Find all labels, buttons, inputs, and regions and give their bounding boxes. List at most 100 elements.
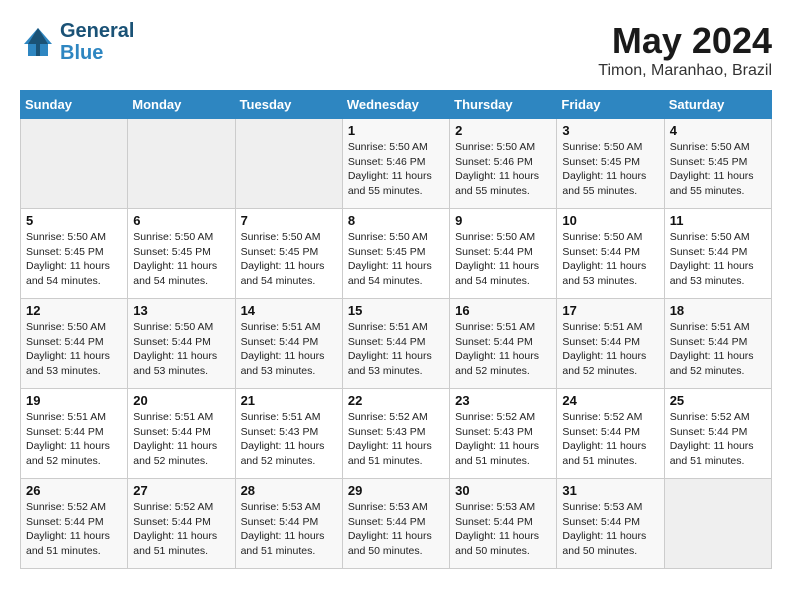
day-cell: 30 Sunrise: 5:53 AMSunset: 5:44 PMDayligh… — [450, 479, 557, 569]
day-number: 7 — [241, 213, 337, 228]
day-cell: 1 Sunrise: 5:50 AMSunset: 5:46 PMDaylight… — [342, 119, 449, 209]
day-number: 4 — [670, 123, 766, 138]
day-info: Sunrise: 5:50 AMSunset: 5:46 PMDaylight:… — [455, 140, 551, 199]
day-number: 9 — [455, 213, 551, 228]
day-cell: 25 Sunrise: 5:52 AMSunset: 5:44 PMDayligh… — [664, 389, 771, 479]
day-info: Sunrise: 5:52 AMSunset: 5:44 PMDaylight:… — [133, 500, 229, 559]
day-number: 27 — [133, 483, 229, 498]
day-number: 2 — [455, 123, 551, 138]
day-number: 30 — [455, 483, 551, 498]
day-info: Sunrise: 5:53 AMSunset: 5:44 PMDaylight:… — [241, 500, 337, 559]
day-cell: 14 Sunrise: 5:51 AMSunset: 5:44 PMDayligh… — [235, 299, 342, 389]
page-header: General Blue May 2024 Timon, Maranhao, B… — [20, 20, 772, 80]
day-number: 21 — [241, 393, 337, 408]
day-info: Sunrise: 5:50 AMSunset: 5:45 PMDaylight:… — [562, 140, 658, 199]
week-row-3: 12 Sunrise: 5:50 AMSunset: 5:44 PMDayligh… — [21, 299, 772, 389]
day-cell: 28 Sunrise: 5:53 AMSunset: 5:44 PMDayligh… — [235, 479, 342, 569]
day-number: 5 — [26, 213, 122, 228]
day-info: Sunrise: 5:53 AMSunset: 5:44 PMDaylight:… — [348, 500, 444, 559]
day-number: 13 — [133, 303, 229, 318]
day-number: 24 — [562, 393, 658, 408]
day-cell — [128, 119, 235, 209]
month-title: May 2024 — [598, 20, 772, 62]
day-cell: 29 Sunrise: 5:53 AMSunset: 5:44 PMDayligh… — [342, 479, 449, 569]
day-header-saturday: Saturday — [664, 91, 771, 119]
day-cell: 20Sunrise: 5:51 AMSunset: 5:44 PMDayligh… — [128, 389, 235, 479]
day-cell: 27 Sunrise: 5:52 AMSunset: 5:44 PMDayligh… — [128, 479, 235, 569]
day-number: 8 — [348, 213, 444, 228]
day-info: Sunrise: 5:51 AMSunset: 5:44 PMDaylight:… — [241, 320, 337, 379]
logo: General Blue — [20, 20, 134, 64]
day-info: Sunrise: 5:50 AMSunset: 5:44 PMDaylight:… — [670, 230, 766, 289]
day-info: Sunrise: 5:53 AMSunset: 5:44 PMDaylight:… — [455, 500, 551, 559]
day-header-monday: Monday — [128, 91, 235, 119]
day-info: Sunrise: 5:51 AMSunset: 5:44 PMDaylight:… — [455, 320, 551, 379]
location: Timon, Maranhao, Brazil — [598, 62, 772, 80]
day-number: 28 — [241, 483, 337, 498]
day-number: 29 — [348, 483, 444, 498]
day-number: 25 — [670, 393, 766, 408]
day-number: 26 — [26, 483, 122, 498]
day-cell: 19 Sunrise: 5:51 AMSunset: 5:44 PMDayligh… — [21, 389, 128, 479]
day-cell: 24Sunrise: 5:52 AMSunset: 5:44 PMDayligh… — [557, 389, 664, 479]
day-info: Sunrise: 5:52 AMSunset: 5:44 PMDaylight:… — [670, 410, 766, 469]
day-cell: 15Sunrise: 5:51 AMSunset: 5:44 PMDayligh… — [342, 299, 449, 389]
day-number: 11 — [670, 213, 766, 228]
day-number: 15 — [348, 303, 444, 318]
day-cell — [235, 119, 342, 209]
title-block: May 2024 Timon, Maranhao, Brazil — [598, 20, 772, 80]
day-number: 14 — [241, 303, 337, 318]
day-header-wednesday: Wednesday — [342, 91, 449, 119]
day-header-friday: Friday — [557, 91, 664, 119]
week-row-1: 1 Sunrise: 5:50 AMSunset: 5:46 PMDaylight… — [21, 119, 772, 209]
day-info: Sunrise: 5:50 AMSunset: 5:44 PMDaylight:… — [455, 230, 551, 289]
day-number: 17 — [562, 303, 658, 318]
day-cell: 22Sunrise: 5:52 AMSunset: 5:43 PMDayligh… — [342, 389, 449, 479]
day-info: Sunrise: 5:50 AMSunset: 5:45 PMDaylight:… — [670, 140, 766, 199]
day-cell — [664, 479, 771, 569]
day-number: 19 — [26, 393, 122, 408]
day-number: 18 — [670, 303, 766, 318]
day-number: 16 — [455, 303, 551, 318]
day-number: 1 — [348, 123, 444, 138]
day-info: Sunrise: 5:53 AMSunset: 5:44 PMDaylight:… — [562, 500, 658, 559]
day-info: Sunrise: 5:51 AMSunset: 5:44 PMDaylight:… — [26, 410, 122, 469]
day-info: Sunrise: 5:52 AMSunset: 5:43 PMDaylight:… — [348, 410, 444, 469]
day-info: Sunrise: 5:50 AMSunset: 5:45 PMDaylight:… — [348, 230, 444, 289]
day-info: Sunrise: 5:51 AMSunset: 5:44 PMDaylight:… — [670, 320, 766, 379]
day-cell: 12 Sunrise: 5:50 AMSunset: 5:44 PMDayligh… — [21, 299, 128, 389]
day-info: Sunrise: 5:50 AMSunset: 5:45 PMDaylight:… — [241, 230, 337, 289]
day-header-thursday: Thursday — [450, 91, 557, 119]
day-cell: 11 Sunrise: 5:50 AMSunset: 5:44 PMDayligh… — [664, 209, 771, 299]
day-cell: 3Sunrise: 5:50 AMSunset: 5:45 PMDaylight… — [557, 119, 664, 209]
week-row-4: 19 Sunrise: 5:51 AMSunset: 5:44 PMDayligh… — [21, 389, 772, 479]
day-info: Sunrise: 5:50 AMSunset: 5:45 PMDaylight:… — [133, 230, 229, 289]
day-cell: 16 Sunrise: 5:51 AMSunset: 5:44 PMDayligh… — [450, 299, 557, 389]
day-cell: 9 Sunrise: 5:50 AMSunset: 5:44 PMDaylight… — [450, 209, 557, 299]
day-number: 12 — [26, 303, 122, 318]
day-cell: 13Sunrise: 5:50 AMSunset: 5:44 PMDayligh… — [128, 299, 235, 389]
day-info: Sunrise: 5:50 AMSunset: 5:44 PMDaylight:… — [562, 230, 658, 289]
day-cell: 17 Sunrise: 5:51 AMSunset: 5:44 PMDayligh… — [557, 299, 664, 389]
week-row-5: 26 Sunrise: 5:52 AMSunset: 5:44 PMDayligh… — [21, 479, 772, 569]
day-number: 6 — [133, 213, 229, 228]
week-row-2: 5 Sunrise: 5:50 AMSunset: 5:45 PMDaylight… — [21, 209, 772, 299]
day-info: Sunrise: 5:52 AMSunset: 5:43 PMDaylight:… — [455, 410, 551, 469]
calendar-table: SundayMondayTuesdayWednesdayThursdayFrid… — [20, 90, 772, 569]
day-cell: 26 Sunrise: 5:52 AMSunset: 5:44 PMDayligh… — [21, 479, 128, 569]
day-info: Sunrise: 5:52 AMSunset: 5:44 PMDaylight:… — [26, 500, 122, 559]
day-cell: 5Sunrise: 5:50 AMSunset: 5:45 PMDaylight… — [21, 209, 128, 299]
day-cell: 4 Sunrise: 5:50 AMSunset: 5:45 PMDaylight… — [664, 119, 771, 209]
day-cell: 31Sunrise: 5:53 AMSunset: 5:44 PMDayligh… — [557, 479, 664, 569]
day-number: 23 — [455, 393, 551, 408]
day-info: Sunrise: 5:50 AMSunset: 5:44 PMDaylight:… — [26, 320, 122, 379]
day-info: Sunrise: 5:50 AMSunset: 5:46 PMDaylight:… — [348, 140, 444, 199]
day-cell: 6 Sunrise: 5:50 AMSunset: 5:45 PMDaylight… — [128, 209, 235, 299]
logo-icon — [20, 24, 56, 60]
day-info: Sunrise: 5:51 AMSunset: 5:44 PMDaylight:… — [562, 320, 658, 379]
day-cell: 18 Sunrise: 5:51 AMSunset: 5:44 PMDayligh… — [664, 299, 771, 389]
day-cell: 23 Sunrise: 5:52 AMSunset: 5:43 PMDayligh… — [450, 389, 557, 479]
day-header-sunday: Sunday — [21, 91, 128, 119]
day-cell — [21, 119, 128, 209]
day-cell: 8 Sunrise: 5:50 AMSunset: 5:45 PMDaylight… — [342, 209, 449, 299]
